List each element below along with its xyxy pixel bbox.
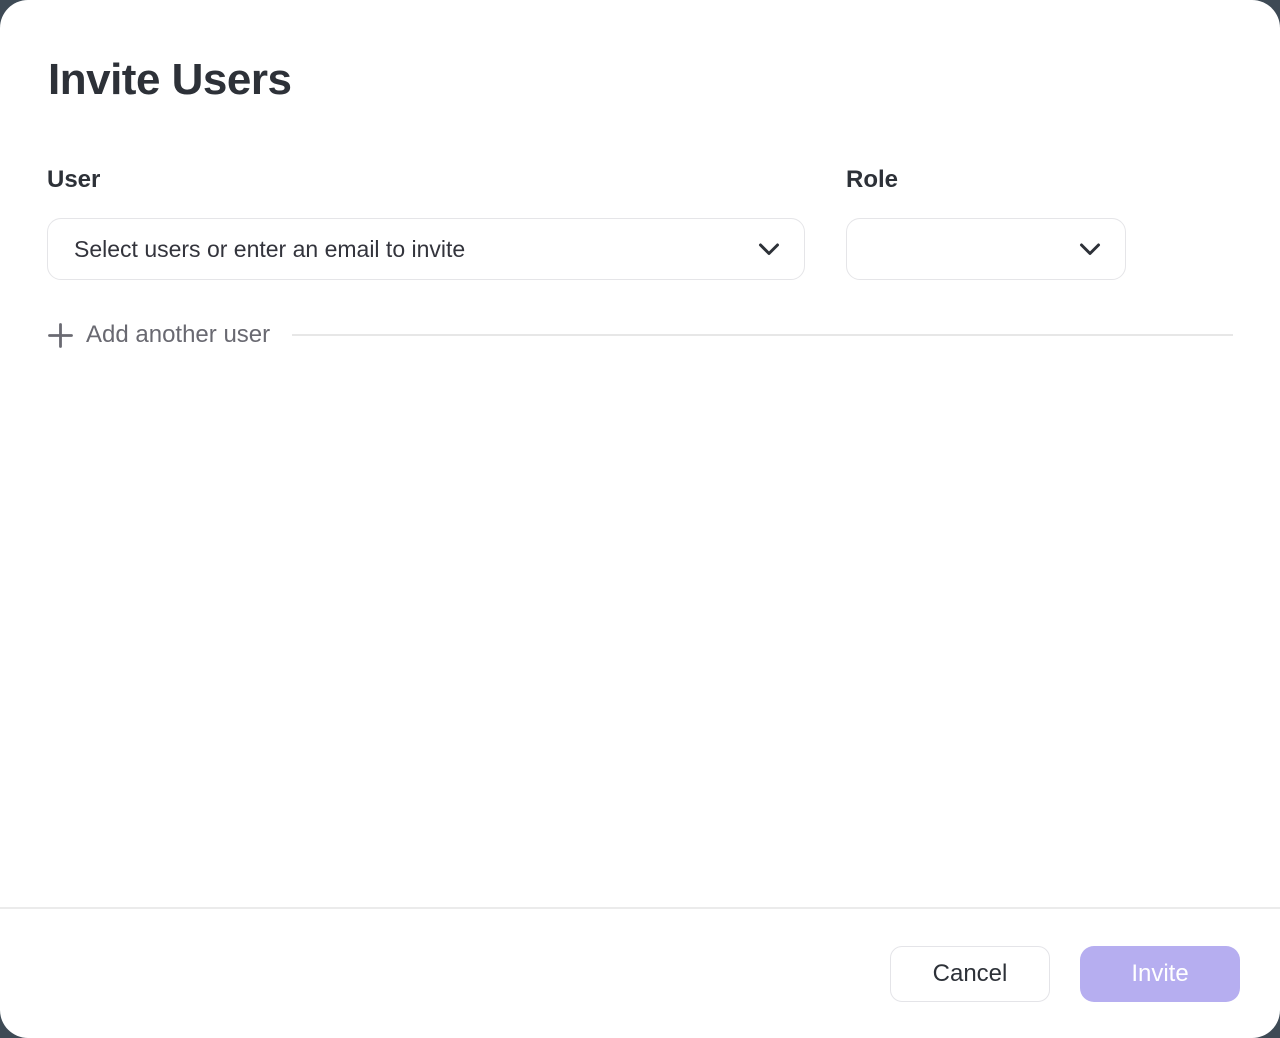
add-another-user-label: Add another user [86,321,270,349]
chevron-down-icon [758,243,780,256]
invite-button[interactable]: Invite [1080,946,1240,1002]
role-select[interactable] [846,218,1126,280]
user-select-placeholder: Select users or enter an email to invite [74,236,465,263]
user-field-label: User [47,166,100,194]
footer-divider [0,907,1280,909]
plus-icon [47,322,74,349]
user-select[interactable]: Select users or enter an email to invite [47,218,805,280]
invite-users-modal: Invite Users User Select users or enter … [0,0,1280,1038]
chevron-down-icon [1079,243,1101,256]
cancel-button[interactable]: Cancel [890,946,1050,1002]
add-another-user-button[interactable]: Add another user [47,321,270,349]
role-field-label: Role [846,166,898,194]
add-another-user-row: Add another user [47,321,1233,349]
add-row-divider [292,334,1233,336]
page-title: Invite Users [48,56,291,104]
